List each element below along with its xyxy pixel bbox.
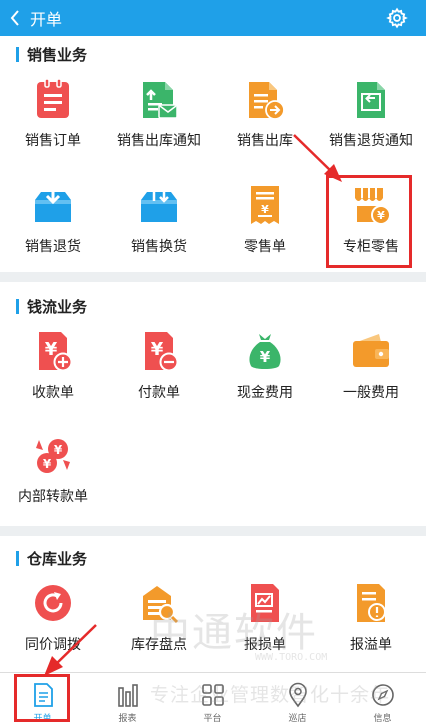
svg-text:¥: ¥ (260, 348, 271, 366)
highlight-box-order-tab (14, 674, 70, 722)
highlight-box-counter-retail (326, 175, 412, 268)
sales-return-label: 销售退货 (25, 239, 81, 255)
internal-transfer-item[interactable]: ¥ ¥ 内部转款单 (0, 420, 106, 520)
section-title: 销售业务 (16, 44, 87, 64)
sales-exchange-icon (141, 185, 177, 222)
refresh-icon (35, 585, 71, 621)
grid-icon (202, 684, 224, 706)
sales-outbound-notice-item[interactable]: 销售出库通知 (106, 64, 212, 164)
bar-chart-icon (118, 684, 138, 707)
stock-count-item[interactable]: 库存盘点 (106, 568, 212, 668)
sales-exchange-label: 销售换货 (131, 239, 187, 255)
money-bag-icon: ¥ (249, 334, 281, 369)
retail-order-label: 零售单 (244, 239, 286, 255)
section-title: 钱流业务 (16, 296, 87, 316)
sales-outbound-icon (249, 82, 285, 120)
pay-money-icon: ¥ (145, 332, 179, 372)
stock-count-label: 库存盘点 (131, 637, 187, 653)
loss-report-item[interactable]: 报损单 (212, 568, 318, 668)
tab-messages[interactable]: 信息 (340, 673, 425, 727)
tab-platform[interactable]: 平台 (170, 673, 255, 727)
chevron-left-icon (10, 10, 19, 26)
sales-outbound-notice-icon (143, 82, 178, 119)
tab-label: 巡店 (288, 714, 307, 724)
tab-reports[interactable]: 报表 (85, 673, 170, 727)
tab-label: 报表 (118, 714, 137, 724)
sales-return-icon (35, 188, 71, 222)
receipt-item[interactable]: ¥ 收款单 (0, 316, 106, 416)
svg-text:¥: ¥ (54, 443, 63, 457)
location-pin-icon (289, 682, 307, 708)
sales-order-item[interactable]: 销售订单 (0, 64, 106, 164)
cash-expense-item[interactable]: ¥ 现金费用 (212, 316, 318, 416)
overflow-report-item[interactable]: 报溢单 (318, 568, 424, 668)
overflow-report-label: 报溢单 (350, 637, 392, 653)
general-expense-label: 一般费用 (343, 385, 399, 401)
gear-icon[interactable] (386, 7, 408, 29)
receive-money-icon: ¥ (39, 332, 73, 372)
sales-outbound-notice-label: 销售出库通知 (117, 133, 201, 149)
annotation-arrow-top (293, 134, 342, 182)
loss-report-icon (251, 584, 279, 622)
warehouse-search-icon (143, 586, 179, 624)
section-title: 仓库业务 (16, 548, 87, 568)
overflow-report-icon (357, 584, 386, 622)
wallet-icon (353, 334, 389, 367)
sales-return-notice-icon (357, 82, 385, 118)
general-expense-item[interactable]: 一般费用 (318, 316, 424, 416)
loss-report-label: 报损单 (244, 637, 286, 653)
tab-label: 信息 (373, 714, 392, 724)
page-title: 开单 (30, 10, 63, 29)
payment-label: 付款单 (138, 385, 180, 401)
sales-return-item[interactable]: 销售退货 (0, 170, 106, 270)
header-bar: 开单 (0, 0, 426, 36)
retail-order-item[interactable]: ¥ 零售单 (212, 170, 318, 270)
sales-exchange-item[interactable]: 销售换货 (106, 170, 212, 270)
sales-order-icon (37, 78, 69, 118)
payment-item[interactable]: ¥ 付款单 (106, 316, 212, 416)
sales-order-label: 销售订单 (25, 133, 81, 149)
svg-text:¥: ¥ (43, 457, 52, 471)
tab-store-visit[interactable]: 巡店 (255, 673, 340, 727)
cash-expense-label: 现金费用 (237, 385, 293, 401)
receipt-label: 收款单 (32, 385, 74, 401)
compass-icon (372, 684, 394, 706)
receipt-icon: ¥ (251, 186, 279, 224)
tab-label: 平台 (203, 714, 222, 724)
transfer-icon: ¥ ¥ (36, 439, 70, 473)
annotation-arrow-bottom (44, 624, 97, 676)
internal-transfer-label: 内部转款单 (18, 489, 88, 505)
svg-text:¥: ¥ (261, 203, 269, 216)
cash-section: 钱流业务 ¥ 收款单 ¥ 付款单 ¥ 现金费用 一般费用 ¥ ¥ 内部转款单 (0, 282, 426, 526)
back-button[interactable] (0, 0, 30, 36)
